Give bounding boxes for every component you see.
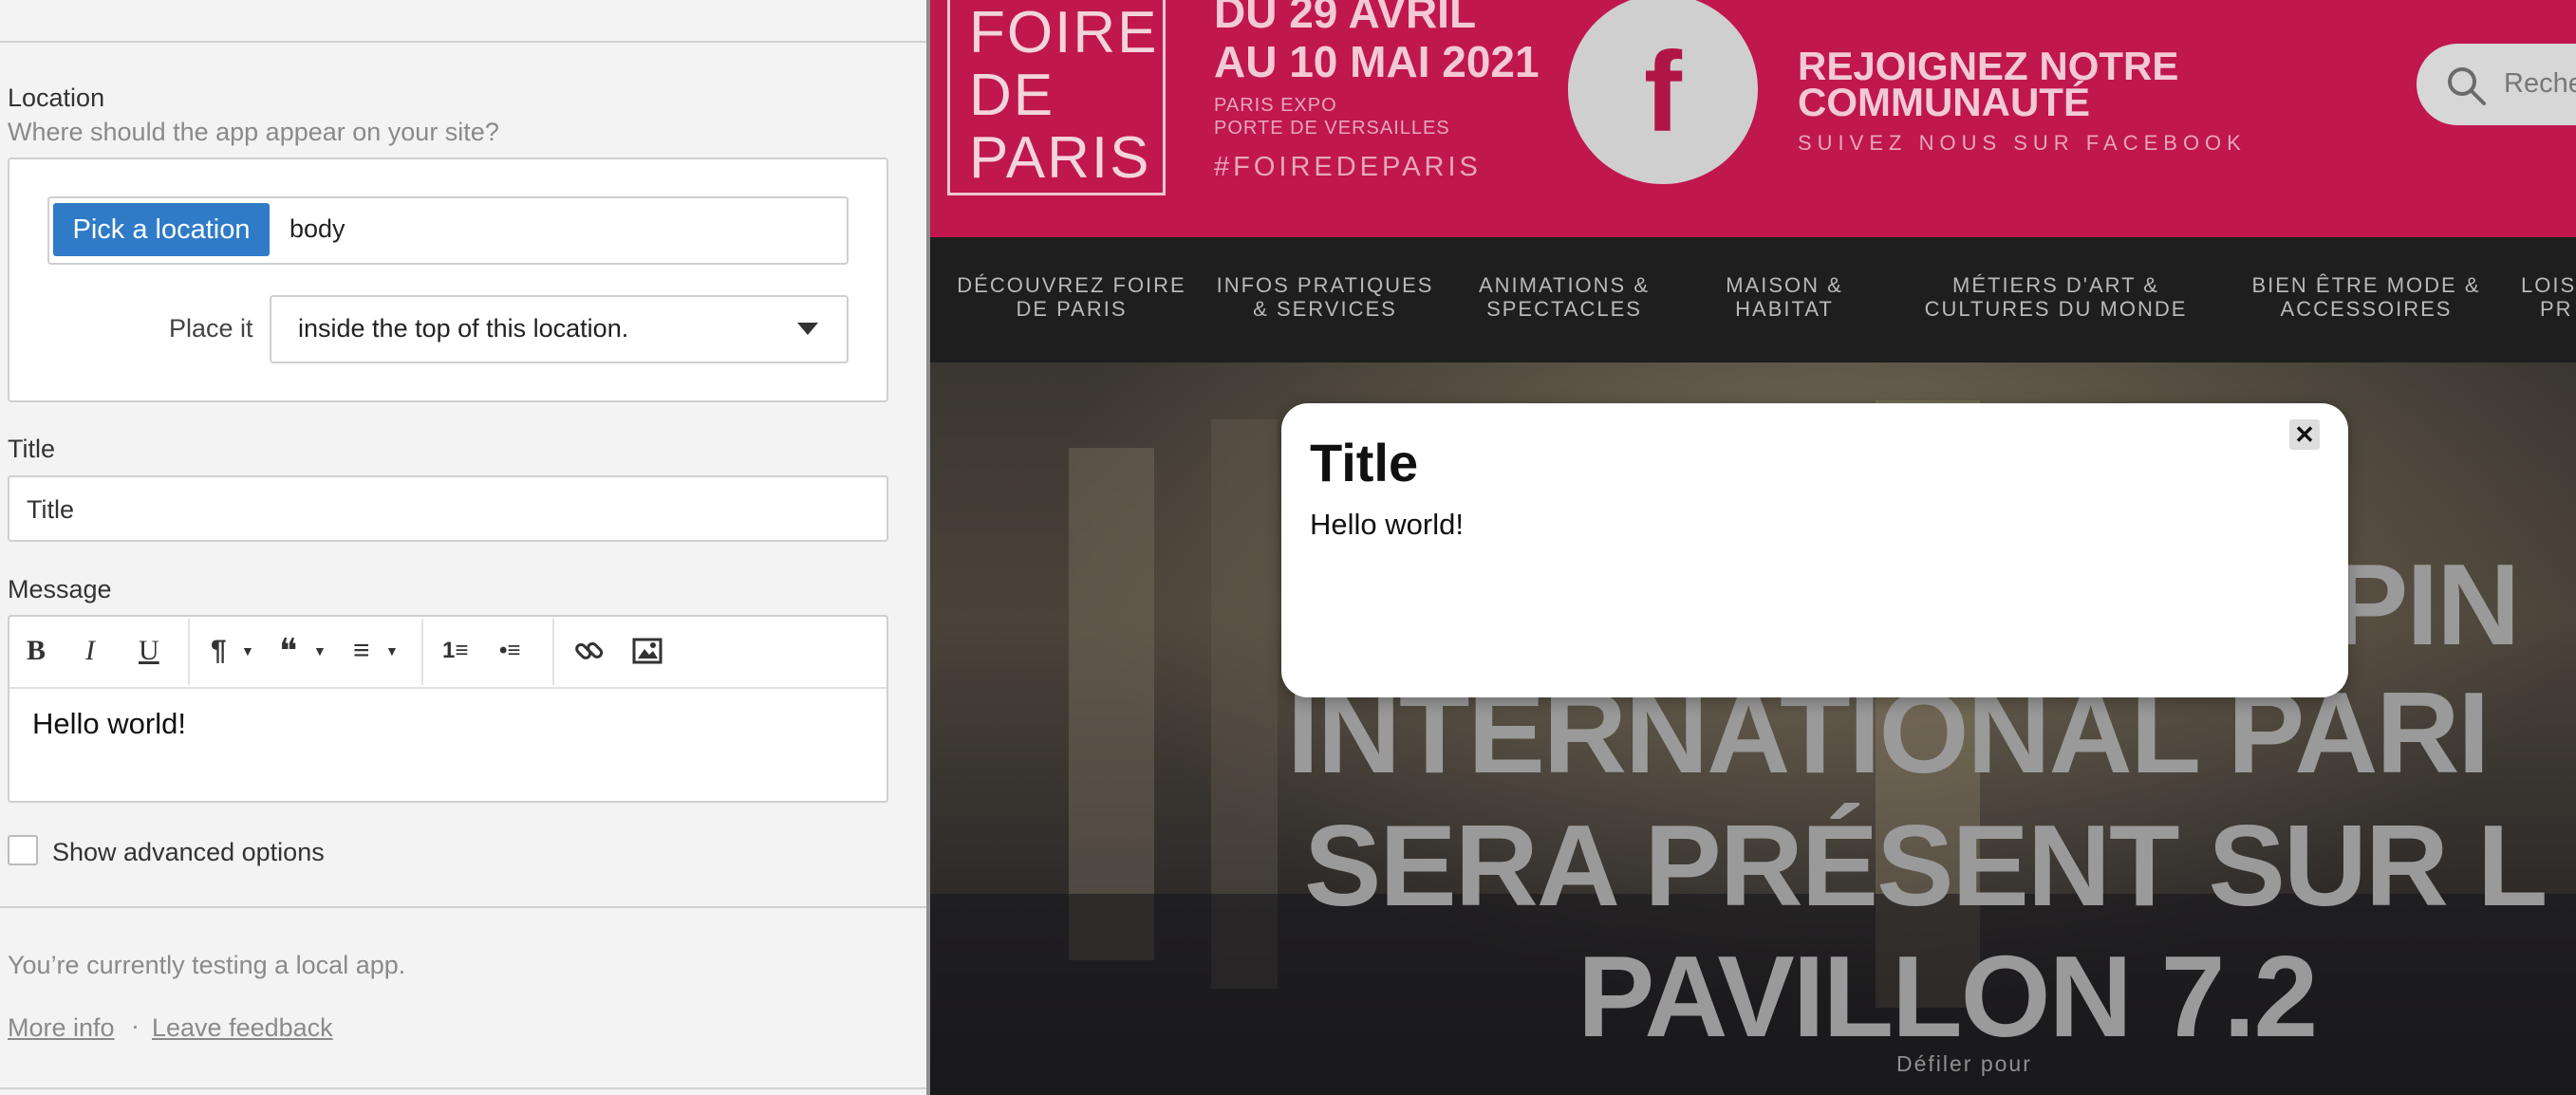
hashtag: #FOIREDEPARIS: [1214, 152, 1482, 182]
title-input[interactable]: [8, 475, 888, 542]
ordered-list-icon[interactable]: 1≡: [442, 634, 468, 668]
event-dates-line1: DU 29 AVRIL: [1214, 0, 1477, 37]
facebook-icon[interactable]: f: [1568, 0, 1758, 184]
panel-divider: [926, 0, 930, 1095]
advanced-options-checkbox[interactable]: [8, 835, 38, 865]
logo-line: DE: [969, 63, 1055, 128]
scroll-hint[interactable]: Défiler pour: [1896, 1051, 2032, 1077]
nav-item-infos[interactable]: INFOS PRATIQUES & SERVICES: [1211, 273, 1439, 321]
location-value: body: [289, 214, 345, 243]
nav-item-loisirs[interactable]: LOIS PR: [2521, 273, 2576, 321]
logo-line: PARIS: [969, 125, 1151, 191]
foire-de-paris-logo[interactable]: FOIRE DE PARIS: [947, 0, 1166, 195]
nav-line: MAISON &: [1726, 273, 1843, 297]
paragraph-icon[interactable]: ¶: [211, 634, 227, 668]
location-label: Location: [8, 84, 105, 112]
nav-line: HABITAT: [1735, 297, 1834, 321]
logo-line: FOIRE: [969, 0, 1159, 65]
nav-item-animations[interactable]: ANIMATIONS & SPECTACLES: [1458, 273, 1671, 321]
nav-line: & SERVICES: [1253, 297, 1397, 321]
chevron-down-icon[interactable]: ▼: [385, 634, 399, 668]
nav-line: DÉCOUVREZ FOIRE: [957, 273, 1186, 297]
nav-item-bien-etre[interactable]: BIEN ÊTRE MODE & ACCESSOIRES: [2232, 273, 2500, 321]
image-icon[interactable]: [632, 634, 663, 668]
more-info-link[interactable]: More info: [8, 1013, 115, 1043]
nav-line: MÉTIERS D'ART &: [1952, 273, 2159, 297]
nav-line: ANIMATIONS &: [1478, 273, 1651, 297]
chevron-down-icon[interactable]: ▼: [313, 634, 327, 668]
nav-line: PR: [2540, 297, 2573, 321]
message-label: Message: [8, 575, 112, 603]
advanced-options-label[interactable]: Show advanced options: [52, 838, 325, 867]
testing-notice: You’re currently testing a local app.: [8, 951, 406, 979]
divider: [0, 41, 926, 43]
follow-facebook[interactable]: SUIVEZ NOUS SUR FACEBOOK: [1798, 131, 2247, 156]
popup-message: Hello world!: [1310, 508, 1464, 541]
divider: [0, 906, 926, 908]
title-input-value: Title: [27, 495, 75, 524]
chevron-down-icon[interactable]: [797, 323, 818, 335]
placement-value: inside the top of this location.: [298, 314, 629, 343]
link-icon[interactable]: [573, 634, 606, 668]
pick-location-button[interactable]: Pick a location: [53, 203, 270, 256]
nav-line: DE PARIS: [1016, 297, 1128, 321]
venue-line2: PORTE DE VERSAILLES: [1214, 118, 1450, 139]
popup-title: Title: [1310, 433, 1419, 492]
hero-headline-line: PIN: [2331, 540, 2520, 669]
link-separator: ·: [131, 1011, 140, 1040]
italic-icon[interactable]: I: [85, 634, 95, 668]
nav-item-metiers[interactable]: MÉTIERS D'ART & CULTURES DU MONDE: [1913, 273, 2198, 321]
align-icon[interactable]: ≡: [353, 634, 370, 668]
toolbar-separator: [552, 619, 554, 685]
site-header: FOIRE DE PARIS DU 29 AVRIL AU 10 MAI 202…: [926, 0, 2576, 237]
search-icon: [2448, 67, 2486, 105]
app-popup: Title Hello world! ✕: [1281, 403, 2348, 697]
close-icon[interactable]: ✕: [2289, 419, 2320, 450]
hero-headline-line: PAVILLON 7.2: [1577, 932, 2318, 1061]
nav-line: ACCESSOIRES: [2280, 297, 2453, 321]
nav-line: INFOS PRATIQUES: [1216, 273, 1434, 297]
title-label: Title: [8, 435, 56, 463]
nav-line: SPECTACLES: [1486, 297, 1642, 321]
quote-icon[interactable]: ❝: [279, 631, 297, 670]
divider: [0, 1087, 926, 1089]
site-nav: DÉCOUVREZ FOIRE DE PARIS INFOS PRATIQUES…: [926, 237, 2576, 362]
place-it-label: Place it: [169, 314, 253, 343]
nav-item-maison[interactable]: MAISON & HABITAT: [1707, 273, 1862, 321]
bold-icon[interactable]: B: [27, 634, 46, 668]
toolbar-separator: [188, 619, 190, 685]
underline-icon[interactable]: U: [139, 634, 159, 668]
editor-content[interactable]: Hello world!: [32, 707, 186, 741]
location-help: Where should the app appear on your site…: [8, 118, 499, 146]
nav-line: CULTURES DU MONDE: [1924, 297, 2188, 321]
nav-item-decouvrez[interactable]: DÉCOUVREZ FOIRE DE PARIS: [947, 273, 1196, 321]
join-community-line2[interactable]: COMMUNAUTÉ: [1798, 80, 2090, 125]
leave-feedback-link[interactable]: Leave feedback: [152, 1013, 333, 1043]
facebook-glyph: f: [1644, 28, 1682, 156]
venue-line1: PARIS EXPO: [1214, 95, 1337, 116]
nav-line: LOIS: [2521, 273, 2576, 297]
search-placeholder: Reche: [2504, 68, 2576, 99]
toolbar-separator: [421, 619, 423, 685]
hero-headline-line: SERA PRÉSENT SUR L: [1304, 801, 2548, 930]
app-settings-panel: Location Where should the app appear on …: [0, 0, 926, 1095]
nav-line: BIEN ÊTRE MODE &: [2251, 273, 2481, 297]
location-fieldset: [8, 158, 888, 402]
event-dates-line2: AU 10 MAI 2021: [1214, 37, 1540, 86]
chevron-down-icon[interactable]: ▼: [241, 634, 254, 668]
hero-photo-pillar: [1069, 448, 1154, 960]
bullet-list-icon[interactable]: •≡: [499, 634, 520, 668]
site-search-input[interactable]: Reche: [2417, 44, 2576, 125]
